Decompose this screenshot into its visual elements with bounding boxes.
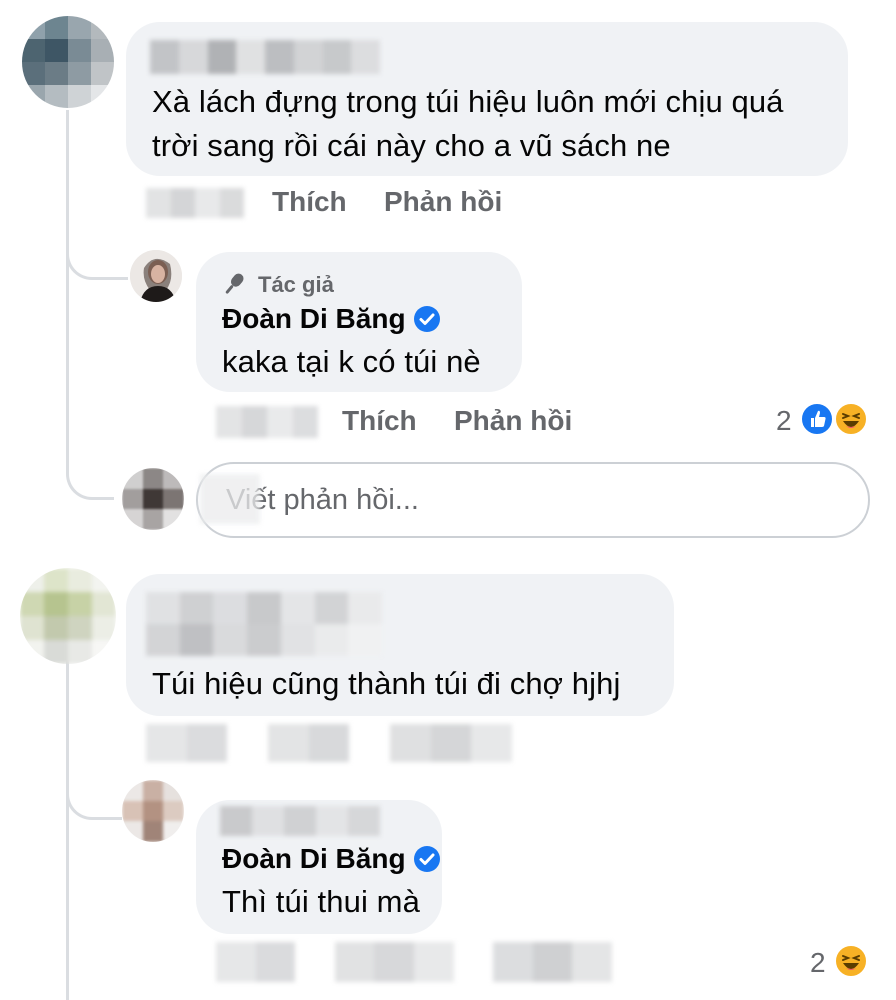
- action-row-redacted: [146, 724, 512, 762]
- redaction-overlay: [200, 474, 260, 524]
- reply-input[interactable]: [198, 464, 868, 536]
- comment-bubble: Xà lách đựng trong túi hiệu luôn mới chị…: [126, 22, 848, 176]
- author-badge: Tác giả: [258, 272, 334, 297]
- commenter-name-redacted[interactable]: [146, 592, 382, 656]
- like-button[interactable]: Thích: [272, 185, 347, 219]
- author-name[interactable]: Đoàn Di Băng: [222, 842, 406, 876]
- author-avatar[interactable]: [122, 780, 184, 842]
- verified-icon: [414, 306, 440, 332]
- commenter-name-redacted[interactable]: [150, 40, 380, 74]
- thread-line: [66, 660, 69, 1000]
- comment-text: trời sang rồi cái này cho a vũ sách ne: [152, 128, 671, 163]
- microphone-icon: [220, 270, 248, 298]
- author-name[interactable]: Đoàn Di Băng: [222, 302, 406, 336]
- reply-text: kaka tại k có túi nè: [222, 344, 481, 379]
- haha-icon[interactable]: [834, 944, 868, 978]
- thread-connector: [66, 440, 114, 500]
- reply-input-box[interactable]: [196, 462, 870, 538]
- comment-bubble: Túi hiệu cũng thành túi đi chợ hjhj: [126, 574, 674, 716]
- reply-button[interactable]: Phản hồi: [454, 404, 572, 438]
- thread-connector: [66, 220, 128, 280]
- comment-text: Xà lách đựng trong túi hiệu luôn mới chị…: [152, 84, 784, 119]
- timestamp-redacted: [146, 188, 244, 218]
- reaction-count[interactable]: 2: [776, 404, 792, 438]
- reply-bubble: Đoàn Di Băng Thì túi thui mà: [196, 800, 442, 934]
- thread-line: [66, 110, 69, 470]
- author-badge-redacted: [220, 806, 380, 836]
- thread-connector: [66, 760, 122, 820]
- avatar[interactable]: [20, 568, 116, 664]
- haha-icon[interactable]: [834, 402, 868, 436]
- like-button[interactable]: Thích: [342, 404, 417, 438]
- reply-text: Thì túi thui mà: [222, 884, 420, 919]
- author-avatar[interactable]: [130, 250, 182, 302]
- reply-bubble: Tác giả Đoàn Di Băng kaka tại k có túi n…: [196, 252, 522, 392]
- comment-text: Túi hiệu cũng thành túi đi chợ hjhj: [152, 666, 621, 701]
- action-row-redacted: [216, 942, 612, 982]
- reply-button[interactable]: Phản hồi: [384, 185, 502, 219]
- like-icon[interactable]: [800, 402, 834, 436]
- verified-icon: [414, 846, 440, 872]
- user-avatar: [122, 468, 184, 530]
- reaction-count[interactable]: 2: [810, 946, 826, 980]
- avatar[interactable]: [22, 16, 114, 108]
- timestamp-redacted: [216, 406, 318, 438]
